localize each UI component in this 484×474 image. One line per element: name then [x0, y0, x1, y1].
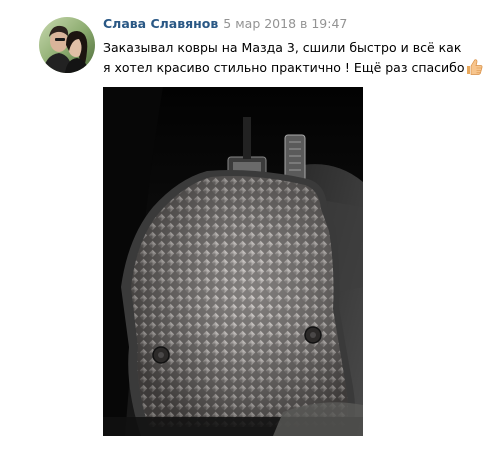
post-date[interactable]: 5 мар 2018 в 19:47 — [223, 16, 347, 31]
thumbs-up-icon — [466, 59, 483, 81]
post-text-line: я хотел красиво стильно практично ! Ещё … — [103, 58, 482, 81]
post-text-line: Заказывал ковры на Мазда 3, сшили быстро… — [103, 38, 473, 58]
post-text-line-1: Заказывал ковры на Мазда 3, сшили быстро… — [103, 40, 462, 55]
post-header: Слава Славянов 5 мар 2018 в 19:47 — [103, 15, 347, 32]
car-floor-mat-photo[interactable] — [103, 87, 363, 436]
avatar[interactable] — [39, 17, 95, 73]
author-name[interactable]: Слава Славянов — [103, 16, 218, 31]
post-text: Заказывал ковры на Мазда 3, сшили быстро… — [103, 38, 482, 81]
post-text-line-2: я хотел красиво стильно практично ! Ещё … — [103, 60, 465, 75]
review-post: Слава Славянов 5 мар 2018 в 19:47 Заказыв… — [0, 0, 484, 474]
